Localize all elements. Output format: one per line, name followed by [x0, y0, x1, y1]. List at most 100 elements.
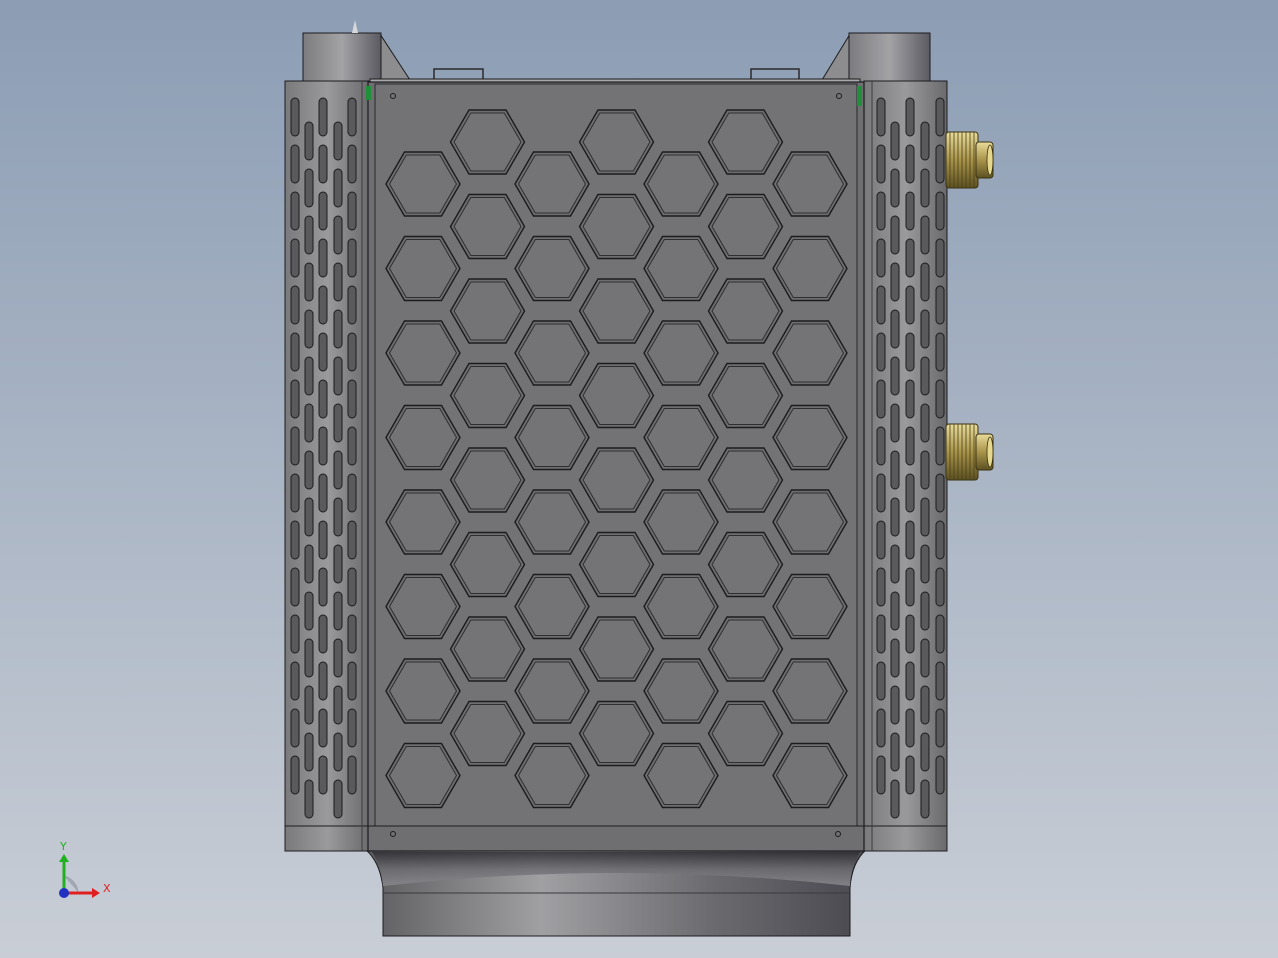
perforation-slot — [890, 450, 900, 490]
perforation-slot — [905, 426, 915, 466]
perforation-slot — [935, 614, 945, 654]
perforation-slot — [333, 262, 343, 302]
perforation-slot — [890, 685, 900, 725]
perforation-slot — [935, 144, 945, 184]
perforation-slot — [920, 403, 930, 443]
perforation-slot — [347, 144, 357, 184]
perforation-slot — [935, 285, 945, 325]
perforation-slot — [890, 168, 900, 208]
perforation-slot — [890, 779, 900, 819]
perforation-slot — [333, 121, 343, 161]
perforation-slot — [935, 661, 945, 701]
perforation-slot — [290, 473, 300, 513]
perforation-slot — [318, 614, 328, 654]
right-green-marker — [857, 86, 862, 106]
perforation-slot — [290, 285, 300, 325]
cad-viewport[interactable]: X Y — [0, 0, 1278, 958]
perforation-slot — [304, 262, 314, 302]
left-side-panel — [284, 80, 371, 852]
perforation-slot — [347, 520, 357, 560]
perforation-slot — [318, 520, 328, 560]
perforation-slot — [905, 285, 915, 325]
perforation-slot — [318, 285, 328, 325]
perforation-slot — [905, 191, 915, 231]
perforation-slot — [347, 97, 357, 137]
perforation-slot — [905, 379, 915, 419]
perforation-slot — [935, 238, 945, 278]
perforation-slot — [876, 332, 886, 372]
x-axis-label: X — [103, 882, 111, 895]
perforation-slot — [333, 638, 343, 678]
perforation-slot — [290, 661, 300, 701]
perforation-slot — [347, 567, 357, 607]
perforation-slot — [347, 238, 357, 278]
perforation-slot — [905, 473, 915, 513]
perforation-slot — [290, 567, 300, 607]
perforation-slot — [890, 121, 900, 161]
perforation-slot — [920, 215, 930, 255]
perforation-slot — [876, 238, 886, 278]
perforation-slot — [304, 685, 314, 725]
perforation-slot — [876, 379, 886, 419]
perforation-slot — [304, 403, 314, 443]
left-green-marker — [366, 86, 371, 100]
perforation-slot — [333, 309, 343, 349]
perforation-slot — [876, 144, 886, 184]
bottom-outlet-pipe — [364, 849, 868, 937]
perforation-slot — [304, 732, 314, 772]
perforation-slot — [333, 403, 343, 443]
perforation-slot — [290, 755, 300, 795]
perforation-slot — [304, 779, 314, 819]
right-side-panel — [863, 80, 948, 852]
y-axis-label: Y — [59, 840, 67, 853]
perforation-slot — [333, 732, 343, 772]
perforation-slot — [333, 215, 343, 255]
perforation-slot — [333, 779, 343, 819]
perforation-slot — [318, 97, 328, 137]
perforation-slot — [347, 755, 357, 795]
perforation-slot — [935, 191, 945, 231]
perforation-slot — [905, 520, 915, 560]
perforation-slot — [304, 168, 314, 208]
perforation-slot — [935, 520, 945, 560]
perforation-slot — [290, 144, 300, 184]
perforation-slot — [876, 614, 886, 654]
perforation-slot — [333, 450, 343, 490]
perforation-slot — [304, 638, 314, 678]
front-panel — [366, 81, 865, 852]
perforation-slot — [920, 121, 930, 161]
perforation-slot — [304, 497, 314, 537]
perforation-slot — [290, 379, 300, 419]
perforation-slot — [318, 708, 328, 748]
perforation-slot — [876, 426, 886, 466]
perforation-slot — [920, 638, 930, 678]
perforation-slot — [920, 544, 930, 584]
perforation-slot — [304, 309, 314, 349]
perforation-slot — [876, 520, 886, 560]
perforation-slot — [890, 262, 900, 302]
perforation-slot — [876, 567, 886, 607]
perforation-slot — [304, 544, 314, 584]
perforation-slot — [920, 497, 930, 537]
perforation-slot — [876, 708, 886, 748]
perforation-slot — [333, 591, 343, 631]
perforation-slot — [318, 661, 328, 701]
perforation-slot — [876, 97, 886, 137]
perforation-slot — [318, 755, 328, 795]
perforation-slot — [920, 168, 930, 208]
perforation-slot — [318, 144, 328, 184]
perforation-slot — [290, 191, 300, 231]
perforation-slot — [304, 356, 314, 396]
perforation-slot — [347, 379, 357, 419]
perforation-slot — [935, 473, 945, 513]
perforation-slot — [304, 121, 314, 161]
perforation-slot — [876, 661, 886, 701]
perforation-slot — [290, 238, 300, 278]
perforation-slot — [290, 520, 300, 560]
perforation-slot — [318, 332, 328, 372]
perforation-slot — [876, 285, 886, 325]
perforation-slot — [304, 591, 314, 631]
perforation-slot — [935, 708, 945, 748]
perforation-slot — [876, 191, 886, 231]
perforation-slot — [890, 309, 900, 349]
